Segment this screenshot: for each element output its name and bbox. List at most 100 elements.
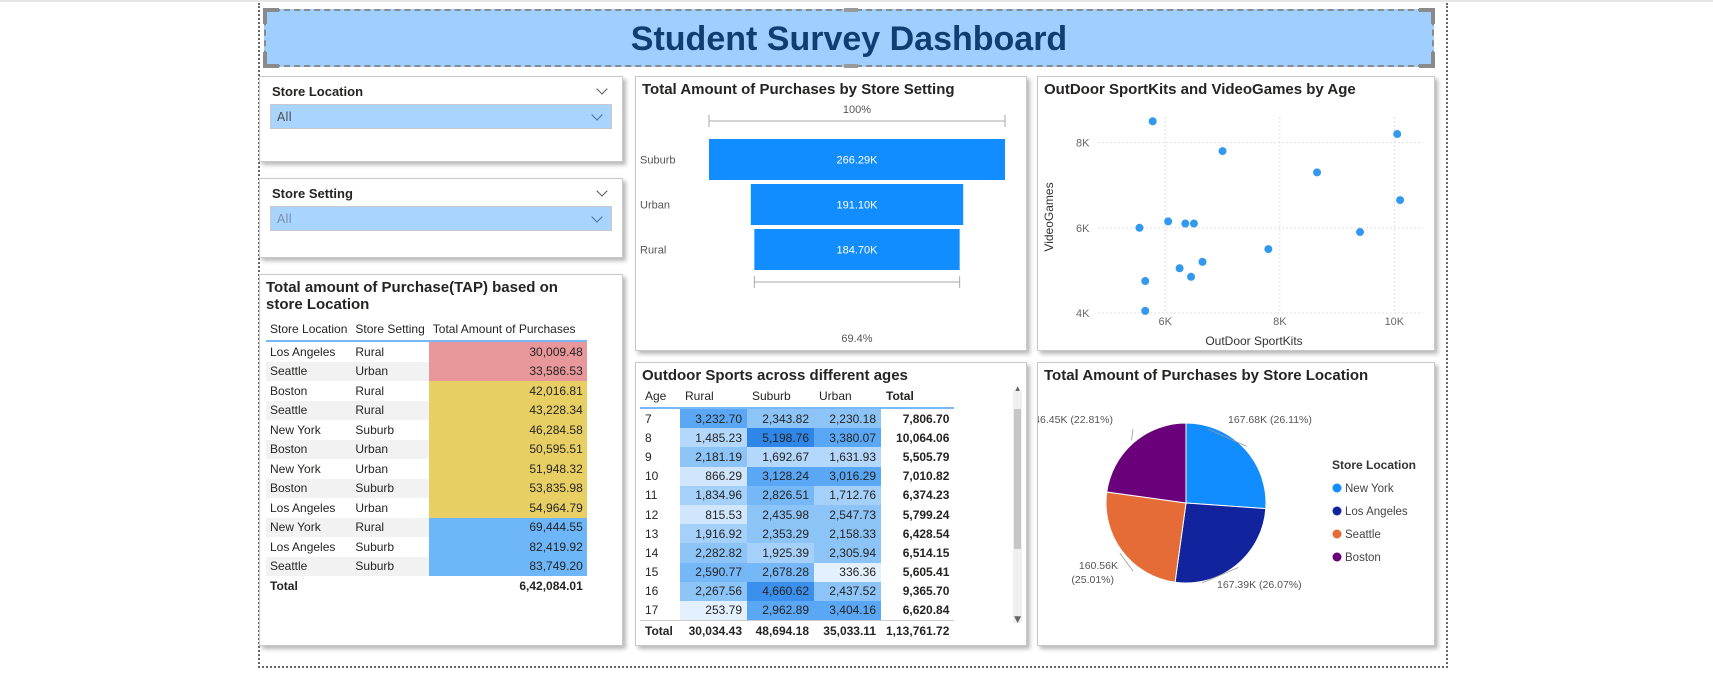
scatter-point[interactable] (1189, 219, 1198, 228)
store-setting-cell: Suburb (355, 422, 395, 437)
scroll-down-arrow[interactable]: ▼ (1014, 615, 1021, 625)
amount-cell: 33,586.53 (428, 361, 587, 381)
scatter-point[interactable] (1356, 228, 1364, 237)
table-row[interactable]: Seattle Suburb 83,749.20 (266, 556, 587, 576)
table-row[interactable]: 16 2,267.56 4,660.62 2,437.52 9,365.70 (640, 581, 954, 601)
empty-cell (351, 576, 429, 596)
legend-item[interactable]: Seattle (1345, 529, 1381, 541)
pie-slice[interactable] (1185, 422, 1267, 510)
urban-cell: 3,404.16 (814, 600, 881, 621)
table-row[interactable]: Los Angeles Suburb 82,419.92 (266, 537, 587, 557)
scatter-point[interactable] (1164, 217, 1173, 226)
row-total-cell: 6,620.84 (902, 603, 950, 618)
scatter-point[interactable] (1187, 272, 1196, 281)
table-row[interactable]: 14 2,282.82 1,925.39 2,305.94 6,514.15 (640, 543, 954, 563)
resize-handle-bottom[interactable] (844, 64, 858, 68)
scatter-point[interactable] (1181, 219, 1190, 228)
column-header[interactable]: Age (640, 385, 680, 409)
chevron-down-icon[interactable] (596, 83, 608, 95)
legend-marker[interactable] (1332, 529, 1342, 539)
store-setting-cell: Suburb (355, 539, 395, 554)
table-row[interactable]: Boston Urban 50,595.51 (266, 439, 587, 459)
amount-cell: 46,284.58 (428, 420, 587, 440)
table-row[interactable]: 12 815.53 2,435.98 2,547.73 5,799.24 (640, 504, 954, 525)
pie-slice[interactable] (1174, 502, 1267, 584)
resize-corner-bl[interactable] (263, 52, 279, 68)
resize-handle-top[interactable] (844, 8, 858, 12)
column-header[interactable]: Total Amount of Purchases (428, 318, 587, 342)
resize-corner-br[interactable] (1419, 52, 1435, 68)
funnel-category-label: Rural (640, 245, 666, 257)
matrix-title: Outdoor Sports across different ages (642, 367, 908, 384)
column-header[interactable]: Store Location (266, 318, 352, 342)
pie-data-label: 146.45K (22.81%) (1038, 414, 1113, 426)
scatter-x-axis-label: OutDoor SportKits (1205, 334, 1302, 348)
legend-marker[interactable] (1332, 483, 1342, 493)
table-row[interactable]: New York Suburb 46,284.58 (266, 420, 587, 440)
table-row[interactable]: 8 1,485.23 5,198.76 3,380.07 10,064.06 (640, 428, 954, 448)
table-row[interactable]: 10 866.29 3,128.24 3,016.29 7,010.82 (640, 466, 954, 486)
resize-corner-tr[interactable] (1419, 8, 1435, 24)
table-row[interactable]: Boston Suburb 53,835.98 (266, 478, 587, 498)
row-total-cell: 5,605.41 (902, 565, 950, 580)
column-header[interactable]: Total (881, 385, 955, 409)
store-setting-cell: Rural (351, 400, 429, 420)
table-row[interactable]: Los Angeles Urban 54,964.79 (266, 498, 587, 518)
age-cell: 13 (645, 526, 659, 541)
scatter-point[interactable] (1141, 277, 1150, 286)
store-setting-cell: Urban (351, 361, 429, 381)
rural-cell: 253.79 (680, 600, 747, 621)
scatter-point[interactable] (1313, 168, 1322, 177)
table-row[interactable]: 7 3,232.70 2,343.82 2,230.18 7,806.70 (640, 408, 954, 429)
table-row[interactable]: Seattle Urban 33,586.53 (266, 361, 587, 381)
column-header[interactable]: Suburb (747, 385, 814, 409)
scatter-point[interactable] (1135, 223, 1144, 232)
amount-cell: 83,749.20 (428, 556, 587, 576)
scatter-point[interactable] (1148, 117, 1157, 126)
scatter-point[interactable] (1396, 196, 1405, 205)
scatter-point[interactable] (1175, 264, 1184, 273)
column-header[interactable]: Rural (680, 385, 747, 409)
matrix-scrollbar[interactable] (1013, 391, 1022, 623)
chevron-down-icon[interactable] (596, 185, 608, 197)
column-header[interactable]: Store Setting (351, 318, 429, 342)
funnel-bottom-percent: 69.4% (841, 333, 872, 345)
legend-item[interactable]: New York (1345, 483, 1394, 495)
scatter-point[interactable] (1198, 257, 1207, 266)
table-row[interactable]: Seattle Rural 43,228.34 (266, 400, 587, 420)
resize-corner-tl[interactable] (263, 8, 279, 24)
pie-data-label: 167.39K (26.07%) (1217, 579, 1302, 591)
store-location-cell: New York (270, 422, 321, 437)
store-location-cell: Boston (266, 478, 352, 498)
pie-slice[interactable] (1105, 491, 1187, 583)
scatter-point[interactable] (1141, 306, 1150, 315)
legend-marker[interactable] (1332, 506, 1342, 516)
funnel-top-percent: 100% (843, 104, 871, 116)
table-row[interactable]: New York Rural 69,444.55 (266, 517, 587, 537)
table-row[interactable]: 17 253.79 2,962.89 3,404.16 6,620.84 (640, 600, 954, 621)
table-row[interactable]: Los Angeles Rural 30,009.48 (266, 341, 587, 362)
scatter-point[interactable] (1393, 130, 1402, 139)
urban-cell: 2,305.94 (814, 543, 881, 563)
scrollbar-thumb[interactable] (1014, 409, 1021, 549)
column-header[interactable]: Urban (814, 385, 881, 409)
store-setting-dropdown[interactable]: All (270, 206, 612, 231)
scatter-point[interactable] (1264, 245, 1273, 254)
scatter-point[interactable] (1218, 147, 1227, 156)
table-row[interactable]: 9 2,181.19 1,692.67 1,631.93 5,505.79 (640, 447, 954, 467)
age-cell: 9 (645, 449, 652, 464)
table-row[interactable]: 15 2,590.77 2,678.28 336.36 5,605.41 (640, 562, 954, 582)
pie-slice[interactable] (1106, 422, 1187, 504)
table-row[interactable]: 13 1,916.92 2,353.29 2,158.33 6,428.54 (640, 524, 954, 544)
title-banner[interactable]: Student Survey Dashboard (263, 8, 1435, 68)
legend-item[interactable]: Boston (1345, 552, 1381, 564)
legend-item[interactable]: Los Angeles (1345, 506, 1408, 518)
age-cell: 8 (645, 430, 652, 445)
table-row[interactable]: Boston Rural 42,016.81 (266, 381, 587, 401)
table-row[interactable]: 11 1,834.96 2,826.51 1,712.76 6,374.23 (640, 485, 954, 505)
legend-marker[interactable] (1332, 552, 1342, 562)
store-location-dropdown[interactable]: All (270, 104, 612, 129)
table-row[interactable]: New York Urban 51,948.32 (266, 459, 587, 479)
store-location-cell: Los Angeles (270, 539, 336, 554)
rural-total: 30,034.43 (680, 620, 747, 641)
